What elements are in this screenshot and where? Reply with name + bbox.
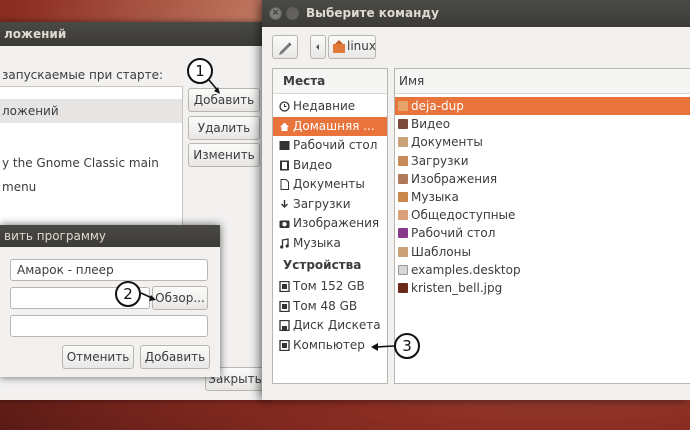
home-icon — [280, 122, 289, 131]
folder-icon — [398, 155, 408, 166]
home-folder-icon — [333, 40, 345, 53]
drive-icon — [279, 300, 290, 312]
sidebar-item-recent[interactable]: Недавние — [273, 97, 387, 117]
file-row[interactable]: kristen_bell.jpg — [395, 279, 690, 297]
image-file-icon — [398, 282, 408, 293]
file-row[interactable]: Шаблоны — [395, 243, 690, 261]
floppy-icon — [279, 320, 290, 331]
folder-icon — [398, 173, 408, 184]
sidebar-item-pictures[interactable]: Изображения — [273, 214, 387, 234]
file-row[interactable]: Видео — [395, 115, 690, 133]
callout-2: 2 — [115, 281, 141, 307]
document-icon — [280, 179, 289, 190]
sidebar-item-volume-48[interactable]: Том 48 GB — [273, 297, 387, 317]
callout-3: 3 — [394, 333, 420, 359]
computer-icon — [279, 339, 290, 351]
file-row[interactable]: Документы — [395, 133, 690, 151]
devices-header: Устройства — [283, 258, 362, 272]
camera-icon — [279, 220, 290, 228]
sidebar-item-volume-152[interactable]: Том 152 GB — [273, 277, 387, 297]
folder-icon — [398, 246, 408, 257]
film-icon — [280, 160, 289, 170]
folder-icon — [398, 228, 408, 239]
places-header: Места — [273, 69, 387, 94]
program-name-field[interactable]: Амарок - плеер — [10, 259, 208, 281]
folder-icon — [398, 191, 408, 202]
file-row[interactable]: Изображения — [395, 170, 690, 188]
file-icon — [398, 264, 408, 275]
folder-icon — [398, 137, 408, 148]
chevron-left-icon — [316, 44, 319, 50]
type-location-button[interactable] — [272, 35, 298, 59]
folder-icon — [398, 119, 408, 130]
minimize-icon[interactable] — [286, 7, 299, 20]
file-row[interactable]: Музыка — [395, 188, 690, 206]
list-item[interactable]: ложений — [0, 99, 182, 123]
list-item[interactable]: y the Gnome Classic main menu — [0, 151, 182, 194]
dialog-titlebar: вить программу — [0, 225, 220, 247]
folder-icon — [398, 101, 408, 111]
file-row[interactable]: deja-dup — [395, 97, 690, 116]
download-icon — [281, 199, 288, 208]
sidebar-item-home[interactable]: Домашняя ... — [273, 116, 387, 136]
pencil-icon — [279, 42, 292, 55]
path-back-button[interactable] — [310, 35, 326, 59]
column-header-name[interactable]: Имя — [395, 69, 690, 94]
drive-icon — [279, 281, 290, 292]
remove-button[interactable]: Удалить — [188, 116, 260, 140]
sidebar-item-documents[interactable]: Документы — [273, 175, 387, 195]
sidebar-item-downloads[interactable]: Загрузки — [273, 195, 387, 215]
cancel-button[interactable]: Отменить — [62, 345, 134, 369]
places-sidebar: Места Недавние Домашняя ... Рабочий стол… — [272, 68, 388, 384]
chooser-titlebar: × Выберите команду — [262, 0, 690, 27]
add-program-dialog: вить программу Амарок - плеер Обзор... О… — [0, 225, 220, 377]
sidebar-item-floppy[interactable]: Диск Дискета — [273, 316, 387, 336]
dialog-add-button[interactable]: Добавить — [140, 345, 210, 369]
sidebar-item-desktop[interactable]: Рабочий стол — [273, 136, 387, 156]
file-row[interactable]: Общедоступные — [395, 206, 690, 224]
sidebar-item-video[interactable]: Видео — [273, 156, 387, 176]
file-chooser-window: × Выберите команду linux Места Недавние … — [262, 0, 690, 400]
file-list: Имя deja-dup Видео Документы Загрузки Из… — [394, 68, 690, 384]
sidebar-item-music[interactable]: Музыка — [273, 234, 387, 254]
file-row[interactable]: examples.desktop — [395, 261, 690, 279]
file-row[interactable]: Загрузки — [395, 152, 690, 170]
edit-button[interactable]: Изменить — [188, 143, 260, 167]
comment-field[interactable] — [10, 315, 208, 337]
clock-icon — [279, 101, 290, 112]
path-button-label: linux — [347, 39, 376, 53]
arrow-icon — [208, 79, 220, 94]
desktop-icon — [279, 141, 290, 150]
arrow-icon — [140, 292, 156, 301]
folder-icon — [398, 210, 408, 221]
startup-titlebar: ложений — [0, 22, 270, 46]
path-button-linux[interactable]: linux — [328, 35, 376, 59]
arrow-icon — [371, 343, 395, 351]
chooser-title: Выберите команду — [306, 6, 439, 20]
startup-list-label: запускаемые при старте: — [2, 68, 164, 82]
close-icon[interactable]: × — [269, 7, 282, 20]
file-row[interactable]: Рабочий стол — [395, 224, 690, 242]
browse-button[interactable]: Обзор... — [152, 286, 208, 310]
music-icon — [280, 237, 289, 249]
